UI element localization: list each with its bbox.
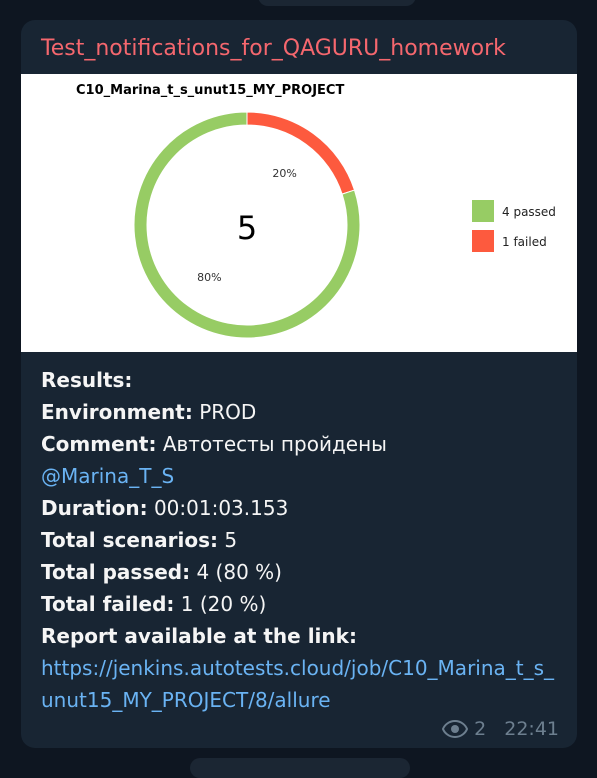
total-scenarios-line: Total scenarios: 5 [41, 524, 561, 556]
legend-swatch [472, 200, 494, 222]
total-passed-line: Total passed: 4 (80 %) [41, 556, 561, 588]
comment-value: Автотесты пройдены [162, 432, 387, 456]
report-text: Results: Environment: PROD Comment: Авто… [41, 364, 561, 716]
chart-title: C10_Marina_t_s_unut15_MY_PROJECT [76, 83, 344, 98]
environment-line: Environment: PROD [41, 396, 561, 428]
next-message-edge [190, 758, 410, 778]
environment-value: PROD [199, 400, 257, 424]
previous-message-edge [258, 0, 416, 6]
results-heading: Results: [41, 368, 133, 392]
environment-label: Environment: [41, 400, 193, 424]
total-passed-label: Total passed: [41, 560, 191, 584]
report-link[interactable]: https://jenkins.autotests.cloud/job/C10_… [41, 652, 561, 716]
total-failed-line: Total failed: 1 (20 %) [41, 588, 561, 620]
message-meta: 2 22:41 [442, 718, 559, 740]
chart-legend: 4 passed 1 failed [472, 200, 556, 252]
legend-label: 4 passed [502, 205, 556, 219]
total-scenarios-label: Total scenarios: [41, 528, 219, 552]
channel-title[interactable]: Test_notifications_for_QAGURU_homework [41, 36, 506, 61]
slice-percent-label: 80% [197, 271, 221, 284]
total-scenarios-value: 5 [224, 528, 238, 552]
allure-chart-image[interactable]: C10_Marina_t_s_unut15_MY_PROJECT 20% 80% … [21, 74, 577, 352]
comment-line: Comment: Автотесты пройдены [41, 428, 561, 460]
duration-line: Duration: 00:01:03.153 [41, 492, 561, 524]
channel-message: Test_notifications_for_QAGURU_homework C… [21, 20, 577, 748]
donut-slice-1-failed [246, 111, 356, 195]
eye-icon [442, 720, 469, 738]
duration-label: Duration: [41, 496, 148, 520]
duration-value: 00:01:03.153 [153, 496, 289, 520]
comment-label: Comment: [41, 432, 157, 456]
total-failed-value: 1 (20 %) [180, 592, 267, 616]
chart-center-total: 5 [237, 209, 257, 247]
message-time: 22:41 [504, 718, 559, 740]
slice-percent-label: 20% [272, 167, 296, 180]
mention-line: @Marina_T_S [41, 460, 561, 492]
view-count: 2 [474, 718, 487, 740]
total-failed-label: Total failed: [41, 592, 175, 616]
donut-chart: C10_Marina_t_s_unut15_MY_PROJECT 20%80% … [76, 83, 556, 339]
total-passed-value: 4 (80 %) [196, 560, 282, 584]
user-mention-link[interactable]: @Marina_T_S [41, 464, 174, 488]
legend-label: 1 failed [502, 235, 547, 249]
legend-swatch [472, 230, 494, 252]
report-link-label: Report available at the link: [41, 624, 357, 648]
